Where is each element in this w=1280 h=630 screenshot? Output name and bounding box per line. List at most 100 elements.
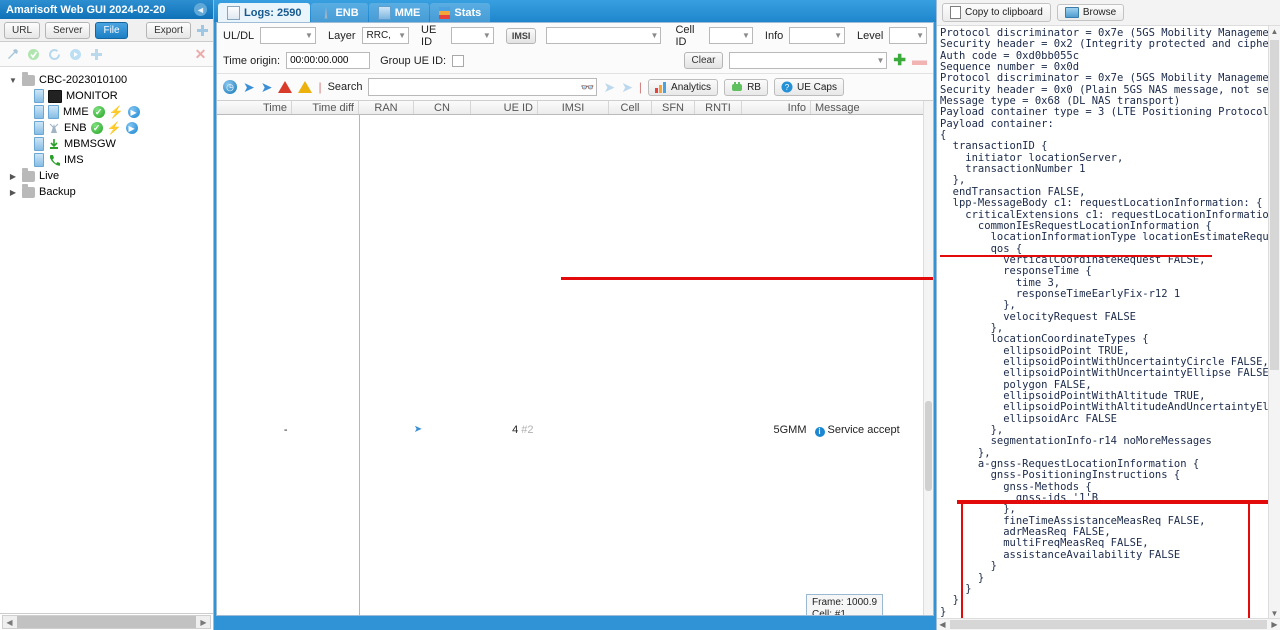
- detail-vscroll-thumb[interactable]: [1270, 40, 1279, 370]
- col-cn[interactable]: CN: [413, 101, 471, 115]
- ueid-select[interactable]: ▼: [451, 27, 494, 44]
- tab-label: ENB: [335, 6, 359, 19]
- chevron-right-icon[interactable]: ▶: [8, 172, 18, 181]
- bolt-icon[interactable]: ⚡: [107, 121, 122, 135]
- cellid-label: Cell ID: [675, 23, 695, 48]
- tree-item-live[interactable]: ▶ Live: [4, 167, 213, 184]
- ue-caps-button[interactable]: ? UE Caps: [773, 78, 844, 96]
- search-input[interactable]: 👓: [368, 78, 598, 96]
- chevron-left-icon[interactable]: ◄: [194, 3, 207, 16]
- log-table-container[interactable]: Time Time diff RAN CN UE ID IMSI Cell SF…: [217, 101, 933, 615]
- col-info[interactable]: Info: [741, 101, 811, 115]
- error-triangle-icon[interactable]: [278, 81, 293, 93]
- col-sfn[interactable]: SFN: [651, 101, 695, 115]
- add-icon-2[interactable]: [90, 48, 103, 61]
- col-time-diff[interactable]: Time diff: [291, 101, 359, 115]
- tree-item-enb[interactable]: ENB ✓ ⚡ ▶: [4, 120, 213, 136]
- sidebar-hscrollbar[interactable]: ◀ ▶: [2, 615, 211, 629]
- chevron-right-icon[interactable]: ▶: [8, 188, 18, 197]
- tree-item-mbmsgw[interactable]: MBMSGW: [4, 136, 213, 152]
- detail-vscrollbar[interactable]: ▲ ▼: [1268, 26, 1280, 619]
- info-icon: i: [814, 426, 825, 437]
- time-origin-input[interactable]: 00:00:00.000: [286, 52, 371, 69]
- warning-triangle-icon[interactable]: [298, 81, 313, 93]
- refresh-icon[interactable]: [48, 48, 61, 61]
- find-prev-icon[interactable]: ➤: [603, 80, 615, 94]
- clock-icon[interactable]: ◷: [223, 80, 237, 94]
- info-select[interactable]: ▼: [789, 27, 846, 44]
- tab-logs[interactable]: Logs: 2590: [218, 3, 311, 22]
- chevron-down-icon: ▼: [398, 31, 407, 40]
- detail-hscrollbar[interactable]: ◀ ▶: [937, 618, 1280, 630]
- tree-item-backup[interactable]: ▶ Backup: [4, 183, 213, 200]
- wrench-icon[interactable]: [6, 48, 19, 61]
- col-cell[interactable]: Cell: [608, 101, 652, 115]
- folder-icon: [22, 183, 35, 198]
- plus-icon[interactable]: ✚: [893, 53, 906, 68]
- add-icon[interactable]: [196, 24, 209, 37]
- export-button[interactable]: Export: [146, 21, 191, 39]
- scroll-thumb[interactable]: [17, 616, 196, 628]
- file-button[interactable]: File: [95, 21, 128, 39]
- monitor-icon: [48, 89, 62, 103]
- log-table-body: -➤NAS➤4 #25GMMiService accept-➤RRC4 #21D…: [217, 114, 931, 615]
- tooltip-line-1: Frame: 1000.9: [812, 597, 878, 608]
- table-vscrollbar[interactable]: [923, 101, 933, 615]
- analytics-button[interactable]: Analytics: [648, 78, 719, 96]
- col-message[interactable]: Message: [810, 101, 931, 115]
- uldl-select[interactable]: ▼: [260, 27, 316, 44]
- scroll-left-arrow-icon[interactable]: ◀: [3, 616, 16, 628]
- col-ue-id[interactable]: UE ID: [470, 101, 538, 115]
- database-icon: [34, 153, 44, 167]
- browse-button[interactable]: Browse: [1056, 4, 1125, 21]
- tab-enb[interactable]: ENB: [311, 3, 368, 22]
- check-circle-icon[interactable]: [27, 48, 40, 61]
- find-next-icon[interactable]: ➤: [621, 80, 633, 94]
- url-button[interactable]: URL: [4, 21, 41, 39]
- scroll-right-arrow-icon[interactable]: ▶: [1269, 619, 1280, 630]
- copy-to-clipboard-button[interactable]: Copy to clipboard: [942, 3, 1051, 22]
- status-ok-icon: ✓: [90, 122, 103, 134]
- minus-icon[interactable]: ▬: [912, 53, 927, 68]
- play-icon[interactable]: ▶: [125, 122, 138, 134]
- server-button[interactable]: Server: [45, 21, 91, 39]
- play-icon[interactable]: ▶: [127, 106, 140, 118]
- arrow-left-icon[interactable]: ➤: [243, 80, 255, 94]
- detail-text-area[interactable]: Protocol discriminator = 0x7e (5GS Mobil…: [937, 26, 1280, 630]
- table-row[interactable]: - ➤NAS➤ 4 #2 5GMMiService accept: [217, 114, 931, 615]
- scroll-left-arrow-icon[interactable]: ◀: [937, 619, 948, 630]
- group-ueid-checkbox[interactable]: [452, 54, 465, 67]
- tree-item-monitor[interactable]: MONITOR: [4, 88, 213, 104]
- cellid-select[interactable]: ▼: [708, 27, 753, 44]
- level-select[interactable]: ▼: [889, 27, 927, 44]
- arrow-right-icon[interactable]: ➤: [261, 80, 273, 94]
- browse-label: Browse: [1082, 7, 1117, 18]
- imsi-select[interactable]: ▼: [546, 27, 662, 44]
- time-origin-label: Time origin:: [223, 54, 281, 67]
- rb-button[interactable]: RB: [724, 78, 768, 96]
- tab-stats[interactable]: Stats: [430, 3, 491, 22]
- table-vscroll-thumb[interactable]: [925, 401, 932, 491]
- scroll-right-arrow-icon[interactable]: ▶: [197, 616, 210, 628]
- close-icon[interactable]: ✕: [194, 47, 207, 61]
- tree-item-ims[interactable]: IMS: [4, 152, 213, 168]
- clear-button[interactable]: Clear: [683, 52, 724, 69]
- chevron-down-icon[interactable]: ▼: [8, 76, 18, 85]
- detail-hscroll-thumb[interactable]: [950, 620, 1267, 629]
- col-ran[interactable]: RAN: [358, 101, 414, 115]
- tab-mme[interactable]: MME: [368, 3, 430, 22]
- col-imsi[interactable]: IMSI: [537, 101, 609, 115]
- tree-item-mme[interactable]: MME ✓ ⚡ ▶: [4, 104, 213, 120]
- col-rnti[interactable]: RNTI: [694, 101, 742, 115]
- play-circle-icon[interactable]: [69, 48, 82, 61]
- download-icon: [50, 139, 58, 149]
- logs-panel-body: UL/DL ▼ Layer RRC, ▼ UE ID ▼ IMSI ▼ Cell…: [216, 22, 934, 616]
- scroll-up-arrow-icon[interactable]: ▲: [1269, 26, 1280, 37]
- preset-select[interactable]: ▼: [729, 52, 888, 69]
- binoculars-icon[interactable]: 👓: [581, 81, 595, 94]
- layer-select[interactable]: RRC, ▼: [361, 27, 410, 44]
- bolt-icon[interactable]: ⚡: [109, 105, 124, 119]
- tree-item-cbc[interactable]: ▼ CBC-2023010100: [4, 71, 213, 88]
- col-time[interactable]: Time: [217, 101, 292, 115]
- imsi-button[interactable]: IMSI: [505, 27, 537, 44]
